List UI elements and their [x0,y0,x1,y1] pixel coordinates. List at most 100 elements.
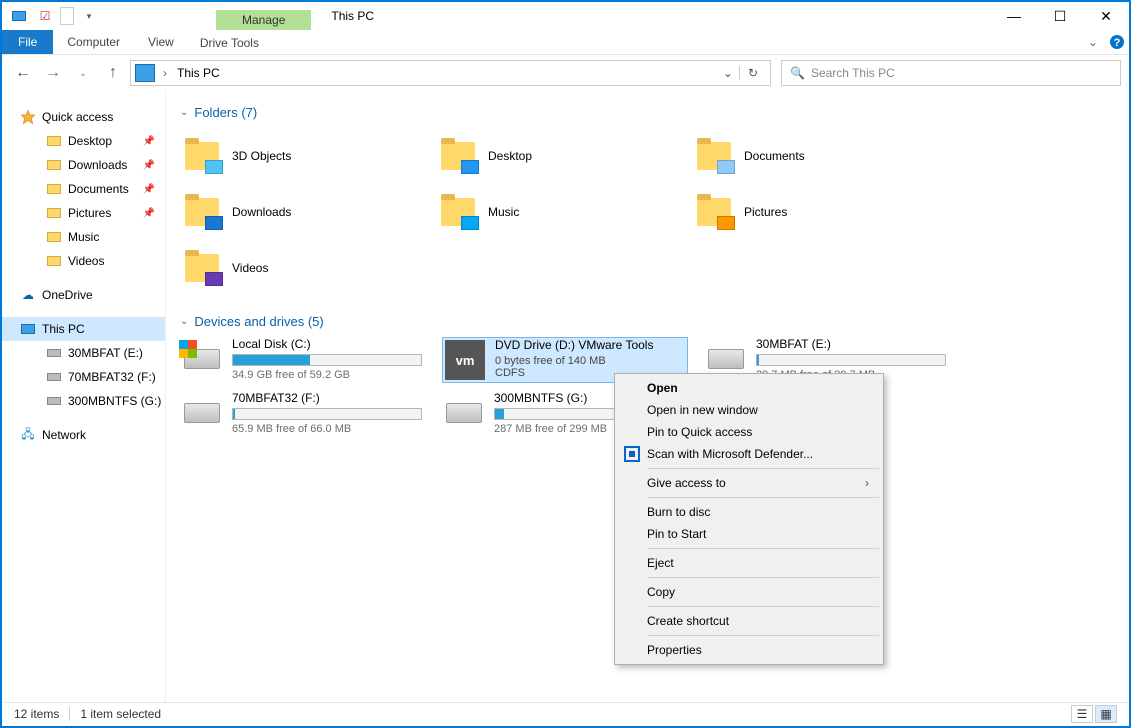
drive-icon [446,403,482,423]
folder-label: Documents [744,149,805,163]
qat-properties-icon[interactable]: ☑ [34,5,56,27]
menu-item[interactable]: Open in new window [617,399,881,421]
capacity-bar [232,354,422,366]
folder-item[interactable]: Desktop [436,128,676,184]
folder-label: Downloads [232,205,291,219]
sidebar-label: Quick access [42,110,113,124]
tab-drive-tools[interactable]: Drive Tools [188,30,271,54]
dvd-icon: vm [445,340,485,380]
folder-item[interactable]: Documents [692,128,932,184]
sidebar-item-label: Downloads [68,158,127,172]
sidebar-network[interactable]: 🖧 Network [2,423,165,447]
drive-label: 30MBFAT (E:) [756,337,950,351]
refresh-button[interactable]: ↻ [739,66,766,80]
menu-item[interactable]: Copy [617,581,881,603]
close-button[interactable]: ✕ [1083,2,1129,30]
menu-item[interactable]: Pin to Quick access [617,421,881,443]
help-icon[interactable]: ? [1105,30,1129,54]
folder-icon [180,246,224,290]
up-button[interactable]: ↑ [100,60,126,86]
folder-item[interactable]: Music [436,184,676,240]
section-drives-header[interactable]: ⌄ Devices and drives (5) [180,314,1115,329]
menu-item[interactable]: Give access to› [617,472,881,494]
drive-label: 70MBFAT32 (F:) [232,391,426,405]
sidebar-item-label: 30MBFAT (E:) [68,346,143,360]
status-item-count: 12 items [14,707,59,721]
drive-item[interactable]: 70MBFAT32 (F:) 65.9 MB free of 66.0 MB [180,391,426,435]
folder-icon [46,133,62,149]
folder-label: Videos [232,261,268,275]
qat-dropdown-icon[interactable]: ▾ [78,5,100,27]
tab-view[interactable]: View [134,30,188,54]
recent-dropdown-icon[interactable]: ⌄ [70,60,96,86]
address-dropdown-icon[interactable]: ⌄ [717,66,739,80]
forward-button[interactable]: → [40,60,66,86]
sidebar-item[interactable]: 300MBNTFS (G:) [18,389,165,413]
ribbon: File Computer View Drive Tools ⌄ ? [2,30,1129,55]
sidebar-item-label: 70MBFAT32 (F:) [68,370,156,384]
drive-free: 65.9 MB free of 66.0 MB [232,423,426,435]
file-tab[interactable]: File [2,30,53,54]
drive-item[interactable]: Local Disk (C:)34.9 GB free of 59.2 GB [180,337,426,383]
sidebar-item-label: Videos [68,254,104,268]
sidebar-item[interactable]: Documents📌 [18,177,165,201]
minimize-button[interactable]: — [991,2,1037,30]
section-folders-header[interactable]: ⌄ Folders (7) [180,105,1115,120]
sidebar-this-pc[interactable]: This PC [2,317,165,341]
menu-item[interactable]: Properties [617,639,881,661]
star-icon [20,109,36,125]
search-box[interactable]: 🔍 Search This PC [781,60,1121,86]
chevron-right-icon[interactable]: › [157,66,173,80]
menu-item[interactable]: Open [617,377,881,399]
menu-item[interactable]: Eject [617,552,881,574]
maximize-button[interactable]: ☐ [1037,2,1083,30]
menu-item[interactable]: Burn to disc [617,501,881,523]
menu-item-label: Pin to Start [647,527,706,541]
folder-icon [46,181,62,197]
chevron-down-icon: ⌄ [180,316,188,327]
drive-icon [46,345,62,361]
manage-tab-header[interactable]: Manage [216,10,311,30]
sidebar-item[interactable]: Videos [18,249,165,273]
folder-icon [180,190,224,234]
back-button[interactable]: ← [10,60,36,86]
folder-item[interactable]: Videos [180,240,420,296]
sidebar-item[interactable]: 30MBFAT (E:) [18,341,165,365]
menu-item-label: Pin to Quick access [647,425,752,439]
icons-view-button[interactable]: ▦ [1095,705,1117,723]
details-view-button[interactable]: ☰ [1071,705,1093,723]
section-title: Devices and drives (5) [194,314,323,329]
folder-label: Music [488,205,519,219]
menu-item[interactable]: Pin to Start [617,523,881,545]
address-bar[interactable]: › This PC ⌄ ↻ [130,60,771,86]
folder-icon [180,134,224,178]
folder-item[interactable]: Downloads [180,184,420,240]
menu-item[interactable]: Scan with Microsoft Defender... [617,443,881,465]
menu-item[interactable]: Create shortcut [617,610,881,632]
sidebar-label: OneDrive [42,288,93,302]
sidebar-onedrive[interactable]: ☁ OneDrive [2,283,165,307]
separator [69,707,70,721]
sidebar-quick-access[interactable]: Quick access [2,105,165,129]
address-location[interactable]: This PC [173,66,224,80]
sidebar-item[interactable]: Downloads📌 [18,153,165,177]
folder-item[interactable]: 3D Objects [180,128,420,184]
sidebar-item[interactable]: Desktop📌 [18,129,165,153]
svg-text:?: ? [1114,37,1121,49]
sidebar-item[interactable]: Pictures📌 [18,201,165,225]
expand-ribbon-icon[interactable]: ⌄ [1081,30,1105,54]
drive-icon [46,369,62,385]
folder-icon [436,190,480,234]
sidebar-item[interactable]: 70MBFAT32 (F:) [18,365,165,389]
tab-computer[interactable]: Computer [53,30,134,54]
pc-icon [20,321,36,337]
folder-icon [46,229,62,245]
sidebar-item-label: Documents [68,182,129,196]
window-controls: — ☐ ✕ [991,2,1129,30]
qat-newfolder-icon[interactable] [60,7,74,25]
navigation-pane: Quick access Desktop📌Downloads📌Documents… [2,91,166,702]
menu-separator [647,468,879,469]
folder-item[interactable]: Pictures [692,184,932,240]
folder-icon [692,134,736,178]
sidebar-item[interactable]: Music [18,225,165,249]
